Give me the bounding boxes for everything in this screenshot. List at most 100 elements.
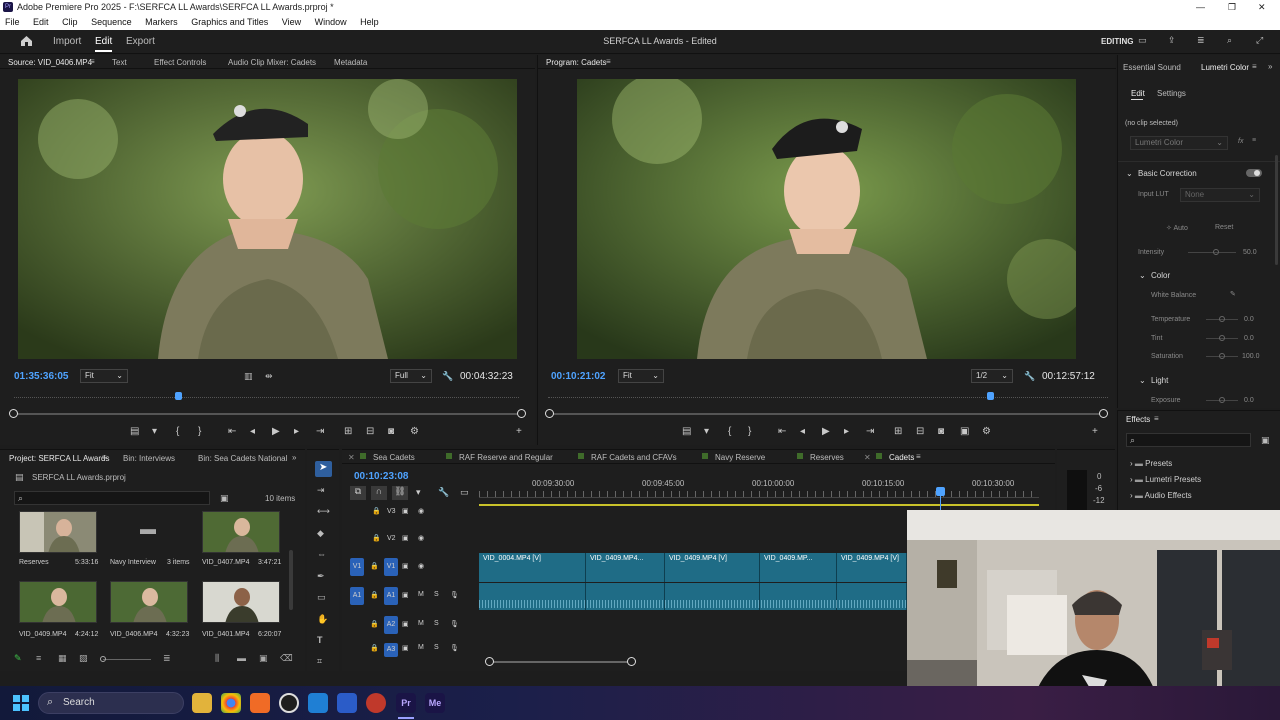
- premiere-taskbar-icon[interactable]: Pr: [396, 693, 416, 713]
- thumbnail-size-slider[interactable]: [103, 659, 151, 660]
- insert-icon[interactable]: ⊞: [344, 426, 352, 437]
- extract-icon[interactable]: ⊟: [916, 426, 924, 437]
- caption-icon[interactable]: ⌗: [317, 656, 322, 667]
- go-to-in-icon[interactable]: ⇤: [228, 426, 236, 437]
- timeline-zoom-bar[interactable]: [489, 661, 632, 663]
- pen-icon[interactable]: ✒: [317, 571, 325, 582]
- tab-raf-reserve[interactable]: RAF Reserve and Regular: [459, 453, 553, 462]
- menu-help[interactable]: Help: [360, 17, 379, 27]
- menu-window[interactable]: Window: [315, 17, 347, 27]
- captions-icon[interactable]: ▭: [460, 487, 469, 498]
- temperature-slider-thumb[interactable]: [1219, 316, 1225, 322]
- eye-icon[interactable]: ◉: [418, 562, 424, 570]
- track-label[interactable]: A1: [384, 587, 398, 605]
- list-view-icon[interactable]: ≡: [36, 653, 41, 663]
- sync-lock-icon[interactable]: ▣: [402, 534, 409, 542]
- basic-correction-header[interactable]: Basic Correction: [1138, 169, 1197, 178]
- subtab-settings[interactable]: Settings: [1157, 89, 1186, 98]
- effects-item-audio-effects[interactable]: › ▬ Audio Effects: [1130, 491, 1192, 500]
- freeform-view-icon[interactable]: ▧: [79, 653, 88, 664]
- slip-icon[interactable]: ⇔: [317, 549, 326, 559]
- tab-program[interactable]: Program: Cadets: [546, 58, 606, 67]
- lock-icon[interactable]: 🔒: [370, 562, 379, 570]
- minimize-icon[interactable]: —: [1196, 0, 1205, 14]
- tab-sea-cadets[interactable]: Sea Cadets: [373, 453, 415, 462]
- program-play-icon[interactable]: ▶: [822, 426, 830, 437]
- timeline-menu-icon[interactable]: ≡: [916, 452, 921, 461]
- auto-button[interactable]: ✧ Auto: [1166, 224, 1188, 232]
- mic-icon[interactable]: 🎙: [450, 620, 459, 628]
- new-bin-button-icon[interactable]: ▬: [237, 653, 246, 663]
- restore-icon[interactable]: ❐: [1228, 0, 1236, 14]
- tab-lumetri-color[interactable]: Lumetri Color: [1201, 63, 1249, 72]
- subtab-edit[interactable]: Edit: [1131, 89, 1145, 98]
- program-zoom-left-handle[interactable]: [545, 409, 554, 418]
- project-item[interactable]: VID_0406.MP4 4:32:23: [110, 581, 189, 638]
- project-item[interactable]: VID_0401.MP4 6:20:07: [202, 581, 281, 638]
- add-marker-icon[interactable]: ▾: [152, 426, 157, 437]
- color-chevron-icon[interactable]: ⌄: [1139, 271, 1146, 280]
- source-timecode[interactable]: 01:35:36:05: [14, 371, 68, 382]
- panel-overflow-icon[interactable]: »: [1268, 62, 1272, 71]
- workspace-label[interactable]: EDITING: [1101, 37, 1133, 46]
- source-video-frame[interactable]: [18, 79, 517, 359]
- reset-button[interactable]: Reset: [1215, 224, 1233, 231]
- comparison-view-icon[interactable]: ▣: [960, 426, 969, 437]
- program-go-to-in-icon[interactable]: ⇤: [778, 426, 786, 437]
- video-clip[interactable]: VID_0409.MP4...: [586, 553, 665, 582]
- program-export-frame-icon[interactable]: ▤: [682, 426, 691, 437]
- close-tab-icon[interactable]: ✕: [864, 453, 871, 462]
- basic-correction-chevron-icon[interactable]: ⌄: [1126, 169, 1133, 178]
- go-to-out-icon[interactable]: ⇥: [316, 426, 324, 437]
- lumetri-effect-dropdown[interactable]: Lumetri Color ⌄: [1130, 136, 1228, 150]
- timeline-playhead[interactable]: [936, 487, 945, 496]
- source-quality-dropdown[interactable]: Full ⌄: [390, 369, 432, 383]
- timeline-timecode[interactable]: 00:10:23:08: [354, 471, 408, 482]
- timeline-zoom-left-handle[interactable]: [485, 657, 494, 666]
- settings-link-icon[interactable]: ⇹: [265, 371, 273, 382]
- tab-navy-reserve[interactable]: Navy Reserve: [715, 453, 765, 462]
- lock-icon[interactable]: 🔒: [370, 620, 379, 628]
- menu-graphics-and-titles[interactable]: Graphics and Titles: [191, 17, 268, 27]
- program-wrench-icon[interactable]: 🔧: [1024, 371, 1035, 382]
- source-patch-a1[interactable]: A1: [350, 587, 364, 605]
- word-icon[interactable]: [337, 693, 357, 713]
- solo-button[interactable]: S: [434, 620, 439, 627]
- brave-icon[interactable]: [250, 693, 270, 713]
- eyedropper-icon[interactable]: ✎: [1230, 290, 1236, 298]
- tint-slider-thumb[interactable]: [1219, 335, 1225, 341]
- program-zoom-right-handle[interactable]: [1099, 409, 1108, 418]
- project-item[interactable]: Reserves 5:33:16: [19, 511, 98, 566]
- project-search-input[interactable]: ⌕: [14, 491, 210, 505]
- tab-source[interactable]: Source: VID_0406.MP4: [8, 58, 92, 67]
- thumbnail-size-thumb[interactable]: [100, 656, 106, 662]
- lumetri-scrollbar[interactable]: [1275, 155, 1278, 265]
- menu-view[interactable]: View: [282, 17, 301, 27]
- overwrite-icon[interactable]: ⊟: [366, 426, 374, 437]
- safe-margins-icon[interactable]: ▥: [244, 371, 253, 382]
- new-bin-icon[interactable]: ▣: [1261, 435, 1270, 446]
- workspaces-icon[interactable]: ▭: [1138, 35, 1147, 46]
- mute-button[interactable]: M: [418, 591, 424, 598]
- intensity-slider[interactable]: [1188, 252, 1236, 253]
- export-frame-icon[interactable]: ▤: [130, 426, 139, 437]
- camera-icon[interactable]: ◙: [388, 426, 394, 437]
- mic-icon[interactable]: 🎙: [450, 591, 459, 599]
- menu-file[interactable]: File: [5, 17, 20, 27]
- tab-text[interactable]: Text: [112, 58, 127, 67]
- program-add-marker-icon[interactable]: ▾: [704, 426, 709, 437]
- track-label[interactable]: V3: [387, 508, 396, 515]
- solo-button[interactable]: S: [434, 591, 439, 598]
- type-icon[interactable]: T: [317, 635, 323, 645]
- lift-icon[interactable]: ⊞: [894, 426, 902, 437]
- new-item-icon[interactable]: ▣: [259, 653, 268, 664]
- intensity-slider-thumb[interactable]: [1213, 249, 1219, 255]
- lumetri-menu-icon[interactable]: ≡: [1252, 62, 1257, 71]
- saturation-value[interactable]: 100.0: [1242, 353, 1260, 360]
- wrench-icon[interactable]: 🔧: [442, 371, 453, 382]
- source-zoom-left-handle[interactable]: [9, 409, 18, 418]
- button-editor-icon[interactable]: ⚙: [410, 426, 419, 437]
- add-button-icon[interactable]: +: [516, 426, 522, 437]
- tab-bin-interviews[interactable]: Bin: Interviews: [123, 454, 175, 463]
- mark-in-icon[interactable]: {: [176, 426, 179, 437]
